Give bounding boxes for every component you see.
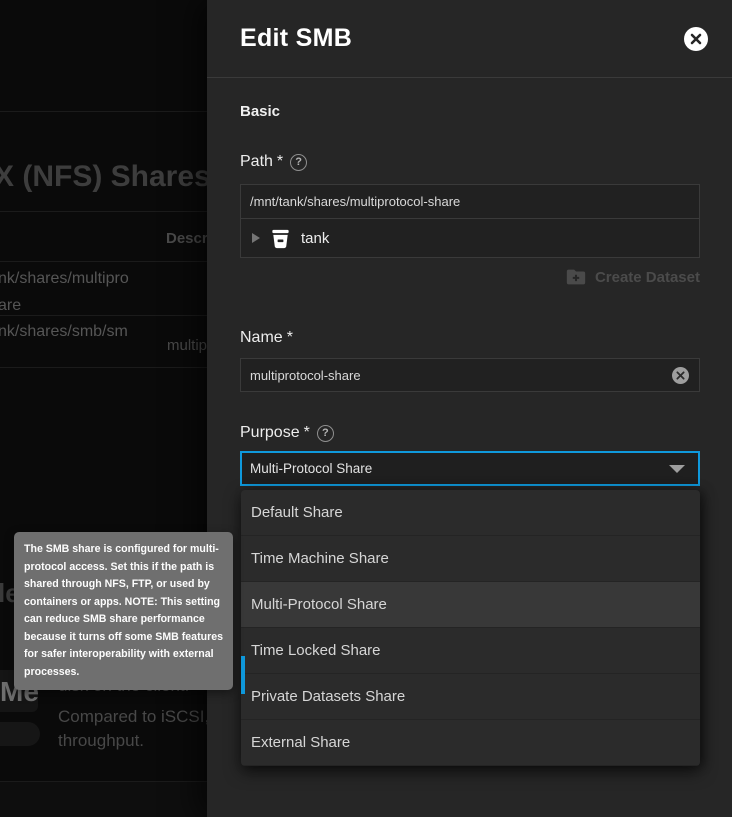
- option-time-locked-share[interactable]: Time Locked Share: [241, 628, 700, 674]
- divider: [0, 111, 207, 112]
- divider: [0, 211, 207, 212]
- divider: [0, 261, 207, 262]
- purpose-tooltip: The SMB share is configured for multi-pr…: [14, 532, 233, 690]
- create-dataset-button[interactable]: Create Dataset: [565, 266, 700, 288]
- background-row-description: multip: [167, 337, 207, 354]
- name-field-label: Name*: [240, 329, 293, 347]
- tree-node-label: tank: [301, 230, 329, 247]
- option-private-datasets-share[interactable]: Private Datasets Share: [241, 674, 700, 720]
- option-time-machine-share[interactable]: Time Machine Share: [241, 536, 700, 582]
- required-marker: *: [277, 153, 283, 171]
- background-row-path: are: [0, 297, 21, 315]
- background-toggle-remnant: [0, 722, 40, 746]
- screen: X (NFS) Shares Descrip nk/shares/multipr…: [0, 0, 732, 817]
- dataset-icon: [269, 227, 292, 250]
- folder-plus-icon: [565, 266, 587, 288]
- clear-input-button[interactable]: [672, 367, 689, 384]
- expand-arrow-icon[interactable]: [252, 233, 260, 243]
- dialog-title: Edit SMB: [240, 24, 352, 53]
- option-default-share[interactable]: Default Share: [241, 490, 700, 536]
- background-body-text: Compared to iSCSI,: [58, 707, 207, 727]
- tree-node-tank[interactable]: tank: [241, 219, 699, 257]
- name-input[interactable]: [241, 359, 672, 391]
- clear-icon: [676, 371, 685, 380]
- purpose-label-text: Purpose: [240, 424, 300, 442]
- path-explorer: tank: [240, 184, 700, 258]
- option-multi-protocol-share[interactable]: Multi-Protocol Share: [241, 582, 700, 628]
- option-external-share[interactable]: External Share: [241, 720, 700, 766]
- help-icon[interactable]: ?: [290, 154, 307, 171]
- close-icon: [689, 32, 703, 46]
- purpose-field-label: Purpose* ?: [240, 424, 334, 442]
- background-row-path: nk/shares/multipro: [0, 270, 129, 288]
- path-label-text: Path: [240, 153, 273, 171]
- name-label-text: Name: [240, 329, 283, 347]
- name-field: [240, 358, 700, 392]
- path-input-row: [241, 185, 699, 219]
- required-marker: *: [304, 424, 310, 442]
- background-page-title-text: X (NFS) Shares: [0, 160, 207, 194]
- section-title-basic: Basic: [240, 103, 280, 120]
- help-icon[interactable]: ?: [317, 425, 334, 442]
- background-column-header-description: Descrip: [166, 230, 207, 247]
- background-row-path: nk/shares/smb/sm: [0, 323, 128, 341]
- divider: [0, 367, 207, 368]
- dialog-header: Edit SMB: [207, 0, 732, 78]
- purpose-selected-value: Multi-Protocol Share: [242, 461, 372, 476]
- purpose-select[interactable]: Multi-Protocol Share: [240, 451, 700, 486]
- path-input[interactable]: [241, 185, 699, 218]
- background-body-text: throughput.: [58, 731, 144, 751]
- close-button[interactable]: [684, 27, 708, 51]
- active-option-indicator: [241, 656, 245, 694]
- edit-smb-dialog: Edit SMB Basic Path* ?: [207, 0, 732, 817]
- chevron-down-icon: [669, 465, 685, 473]
- background-page: X (NFS) Shares Descrip nk/shares/multipr…: [0, 0, 207, 817]
- background-footer-band: [0, 782, 207, 817]
- divider: [0, 315, 207, 316]
- background-page-title: X (NFS) Shares: [0, 160, 207, 194]
- path-field-label: Path* ?: [240, 153, 307, 171]
- required-marker: *: [287, 329, 293, 347]
- create-dataset-label: Create Dataset: [595, 269, 700, 286]
- purpose-options-dropdown: Default Share Time Machine Share Multi-P…: [241, 490, 700, 766]
